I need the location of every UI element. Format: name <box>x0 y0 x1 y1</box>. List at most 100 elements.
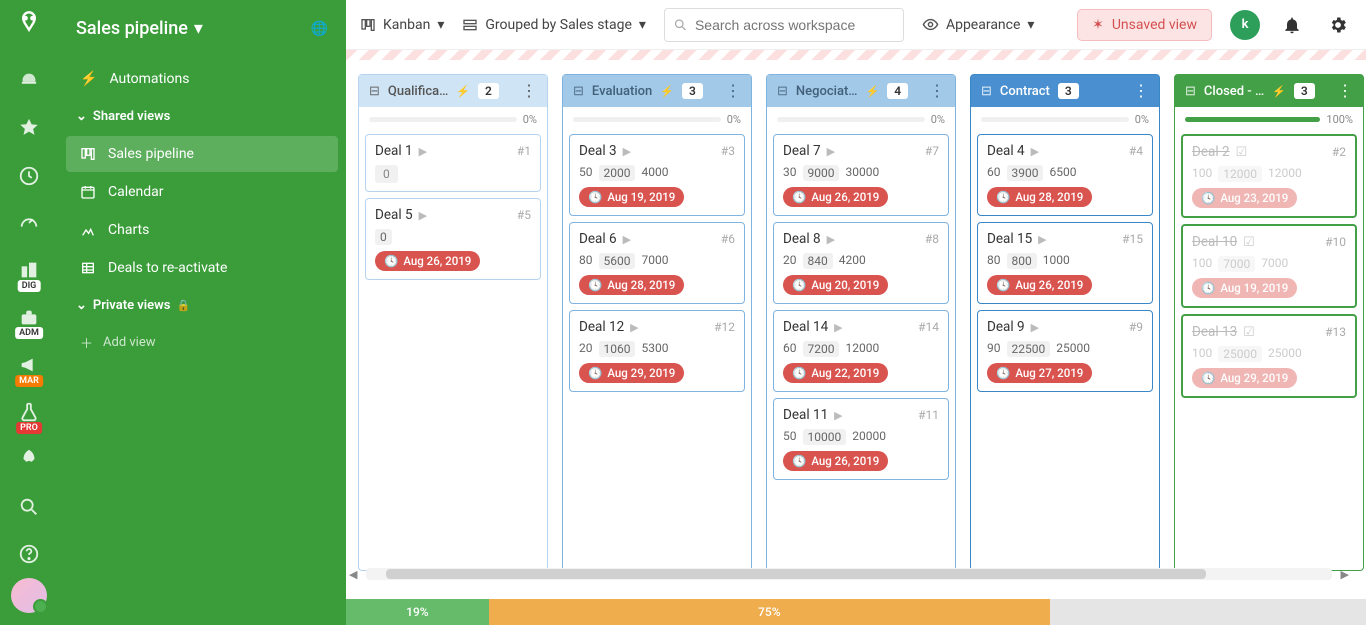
deal-card[interactable]: Deal 12▶#122010605300🕓Aug 29, 2019 <box>569 310 745 392</box>
rail-briefcase-icon[interactable]: ADM <box>9 298 49 337</box>
rail-speed-icon[interactable] <box>9 203 49 242</box>
due-date-pill: 🕓Aug 28, 2019 <box>987 187 1092 207</box>
search-field[interactable] <box>664 8 904 42</box>
card-id: #14 <box>918 320 939 334</box>
kanban-column: ⊟Negociat…⚡4⋮0% Deal 7▶#730900030000🕓Aug … <box>766 74 956 571</box>
column-header[interactable]: ⊟Evaluation⚡3⋮ <box>563 75 751 107</box>
card-metric: 1000 <box>1043 253 1070 269</box>
card-id: #8 <box>925 232 939 246</box>
due-date-pill: 🕓Aug 20, 2019 <box>783 275 888 295</box>
card-metric: 0 <box>375 229 392 245</box>
rail-help-icon[interactable] <box>9 534 49 573</box>
column-header[interactable]: ⊟Closed - …⚡3⋮ <box>1175 75 1363 107</box>
card-metric: 50 <box>783 429 797 445</box>
horizontal-scrollbar[interactable]: ◀ ▶ <box>346 567 1352 581</box>
kanban-column: ⊟Closed - …⚡3⋮100%Deal 2☑#21001200012000… <box>1174 74 1364 571</box>
add-view-button[interactable]: ＋ Add view <box>66 323 338 362</box>
card-metric: 100 <box>1192 256 1212 272</box>
user-avatar-chip[interactable]: k <box>1230 10 1260 40</box>
deal-card[interactable]: Deal 2☑#21001200012000🕓Aug 23, 2019 <box>1181 134 1357 218</box>
minimize-icon[interactable]: ⊟ <box>573 84 584 99</box>
card-metric: 80 <box>579 253 593 269</box>
deal-card[interactable]: Deal 4▶#46039006500🕓Aug 28, 2019 <box>977 134 1153 216</box>
play-icon: ▶ <box>834 321 842 334</box>
column-header[interactable]: ⊟Negociat…⚡4⋮ <box>767 75 955 107</box>
clock-icon: 🕓 <box>588 366 602 380</box>
scroll-right-icon[interactable]: ▶ <box>1338 568 1352 581</box>
rail-star-icon[interactable] <box>9 109 49 148</box>
play-icon: ▶ <box>630 321 638 334</box>
sidebar-view-item[interactable]: Deals to re-activate <box>66 250 338 286</box>
scroll-left-icon[interactable]: ◀ <box>346 568 360 581</box>
deal-card[interactable]: Deal 9▶#9902250025000🕓Aug 27, 2019 <box>977 310 1153 392</box>
card-metric: 9000 <box>803 165 840 181</box>
minimize-icon[interactable]: ⊟ <box>1185 84 1196 99</box>
deal-card[interactable]: Deal 7▶#730900030000🕓Aug 26, 2019 <box>773 134 949 216</box>
play-icon: ▶ <box>1031 321 1039 334</box>
deal-card[interactable]: Deal 3▶#35020004000🕓Aug 19, 2019 <box>569 134 745 216</box>
deal-card[interactable]: Deal 1▶#10 <box>365 134 541 192</box>
sidebar-view-item[interactable]: Charts <box>66 212 338 248</box>
deal-card[interactable]: Deal 13☑#131002500025000🕓Aug 29, 2019 <box>1181 314 1357 398</box>
card-metric: 7000 <box>1261 256 1288 272</box>
appearance-dropdown[interactable]: Appearance ▾ <box>922 16 1035 33</box>
automations-link[interactable]: ⚡ Automations <box>66 61 338 97</box>
sidebar-view-item[interactable]: Sales pipeline <box>66 136 338 172</box>
deal-card[interactable]: Deal 11▶#11501000020000🕓Aug 26, 2019 <box>773 398 949 480</box>
rail-rocket-icon[interactable] <box>9 440 49 479</box>
sidebar-view-item[interactable]: Calendar <box>66 174 338 210</box>
globe-icon[interactable]: 🌐 <box>311 21 328 37</box>
rail-search-icon[interactable] <box>9 487 49 526</box>
column-menu-icon[interactable]: ⋮ <box>725 83 741 99</box>
rail-megaphone-icon[interactable]: MAR <box>9 345 49 384</box>
column-menu-icon[interactable]: ⋮ <box>1133 83 1149 99</box>
group-by-dropdown[interactable]: Grouped by Sales stage ▾ <box>462 17 646 33</box>
column-menu-icon[interactable]: ⋮ <box>1337 83 1353 99</box>
column-header[interactable]: ⊟Contract3⋮ <box>971 75 1159 107</box>
deal-card[interactable]: Deal 15▶#15808001000🕓Aug 26, 2019 <box>977 222 1153 304</box>
deal-card[interactable]: Deal 6▶#68056007000🕓Aug 28, 2019 <box>569 222 745 304</box>
due-date-pill: 🕓Aug 26, 2019 <box>783 451 888 471</box>
unsaved-view-button[interactable]: ✶ Unsaved view <box>1077 9 1212 41</box>
column-progress: 0% <box>767 107 955 130</box>
bolt-icon: ⚡ <box>865 85 879 98</box>
app-logo[interactable] <box>13 8 45 39</box>
column-menu-icon[interactable]: ⋮ <box>521 83 537 99</box>
due-date-pill: 🕓Aug 26, 2019 <box>375 251 480 271</box>
footer-segment-green: 19% <box>346 599 489 625</box>
minimize-icon[interactable]: ⊟ <box>369 84 380 99</box>
deal-card[interactable]: Deal 8▶#8208404200🕓Aug 20, 2019 <box>773 222 949 304</box>
card-id: #3 <box>721 144 735 158</box>
card-metric: 90 <box>987 341 1001 357</box>
view-type-dropdown[interactable]: Kanban ▾ <box>360 17 444 33</box>
deal-card[interactable]: Deal 14▶#1460720012000🕓Aug 22, 2019 <box>773 310 949 392</box>
notifications-icon[interactable] <box>1278 11 1306 39</box>
play-icon: ▶ <box>827 233 835 246</box>
card-metric: 840 <box>803 253 833 269</box>
deal-card[interactable]: Deal 5▶#50🕓Aug 26, 2019 <box>365 198 541 280</box>
card-metrics: 60720012000 <box>783 341 939 357</box>
column-header[interactable]: ⊟Qualifica…⚡2⋮ <box>359 75 547 107</box>
rail-buildings-icon[interactable]: DIG <box>9 251 49 290</box>
card-metric: 12000 <box>845 341 879 357</box>
private-views-toggle[interactable]: ⌄ Private views 🔒 <box>66 288 338 323</box>
card-metric: 25000 <box>1268 346 1302 362</box>
settings-icon[interactable] <box>1324 11 1352 39</box>
search-input[interactable] <box>664 8 904 42</box>
deal-card[interactable]: Deal 10☑#1010070007000🕓Aug 19, 2019 <box>1181 224 1357 308</box>
column-menu-icon[interactable]: ⋮ <box>929 83 945 99</box>
card-metrics: 10070007000 <box>1192 256 1346 272</box>
card-title: Deal 6 <box>579 231 617 247</box>
rail-flask-icon[interactable]: PRO <box>9 393 49 432</box>
minimize-icon[interactable]: ⊟ <box>777 84 788 99</box>
check-icon: ☑ <box>1236 145 1248 160</box>
card-metric: 800 <box>1007 253 1037 269</box>
play-icon: ▶ <box>623 145 631 158</box>
rail-dashboard-icon[interactable] <box>9 61 49 100</box>
card-id: #15 <box>1122 232 1143 246</box>
rail-user-avatar[interactable] <box>11 578 47 613</box>
shared-views-toggle[interactable]: ⌄ Shared views <box>66 99 338 134</box>
minimize-icon[interactable]: ⊟ <box>981 84 992 99</box>
rail-clock-icon[interactable] <box>9 156 49 195</box>
workspace-title-dropdown[interactable]: Sales pipeline ▾ 🌐 <box>66 12 338 59</box>
